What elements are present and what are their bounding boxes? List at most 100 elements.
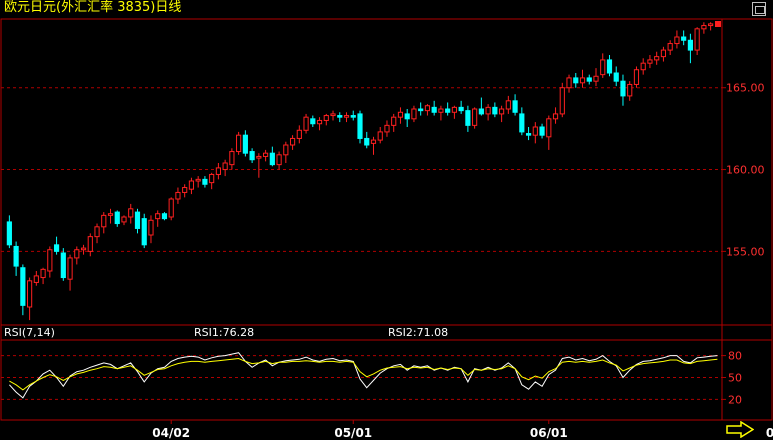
chart-canvas: 155.00 160.00 165.00 80 50 20 04/02 05/01 06/0…	[0, 18, 773, 440]
rsi-level-label: 80	[728, 350, 742, 363]
candle	[404, 109, 410, 127]
candle	[141, 213, 147, 249]
candle-body	[667, 43, 673, 51]
candle	[512, 94, 518, 116]
candle	[20, 264, 26, 316]
candle	[674, 30, 680, 49]
candle-body	[148, 219, 154, 236]
candle-body	[573, 77, 579, 84]
candle-body	[80, 247, 87, 251]
arrow-right-icon[interactable]	[726, 421, 754, 438]
candle	[370, 136, 377, 155]
candle	[687, 33, 693, 64]
candle	[87, 233, 93, 257]
candle-body	[620, 80, 626, 97]
candle	[418, 102, 424, 116]
candle-body	[579, 77, 586, 84]
candle	[40, 267, 46, 285]
candle	[586, 74, 592, 85]
window-toggle-icon[interactable]	[752, 2, 766, 16]
candle	[53, 236, 60, 255]
candle-body	[215, 167, 221, 175]
candle	[411, 105, 417, 123]
candle-body	[263, 152, 269, 157]
rsi-level-label: 50	[728, 372, 742, 385]
candle-body	[364, 137, 370, 146]
candle-body	[674, 36, 680, 45]
candle	[701, 22, 707, 34]
candle	[465, 105, 471, 132]
candle	[357, 110, 363, 144]
candle-body	[350, 115, 356, 118]
candle-body	[310, 118, 316, 125]
candle-body	[552, 113, 559, 120]
candle	[613, 66, 619, 87]
candle-body	[40, 268, 46, 279]
candle-body	[289, 137, 296, 146]
candle-body	[256, 155, 262, 159]
candle-body	[343, 115, 350, 118]
candle-body	[209, 173, 215, 184]
candle	[660, 46, 667, 62]
candle-body	[613, 72, 619, 82]
candle-body	[647, 59, 653, 64]
candle-body	[67, 257, 73, 280]
candle	[323, 113, 329, 126]
date-tick-label: 07/13	[766, 426, 773, 440]
candle-body	[370, 139, 377, 144]
candle-body	[606, 59, 613, 74]
candle-body	[283, 144, 289, 156]
candle-body	[492, 106, 498, 115]
candle	[175, 187, 181, 204]
rsi1-value: RSI1:76.28	[194, 326, 255, 339]
candle	[330, 110, 336, 121]
candle-body	[134, 211, 141, 229]
candle	[485, 104, 491, 121]
candle	[451, 105, 457, 119]
candle-body	[600, 59, 606, 76]
candle	[519, 107, 525, 136]
rsi2-line	[9, 357, 718, 391]
candle	[128, 203, 134, 224]
candle-body	[701, 25, 707, 30]
candle	[397, 107, 404, 124]
candle	[343, 112, 350, 123]
candle-body	[397, 111, 404, 118]
price-gridlines	[1, 87, 722, 252]
candle	[222, 159, 228, 177]
candle-body	[633, 69, 640, 85]
candle-body	[485, 106, 491, 115]
candle	[472, 107, 478, 129]
candle	[532, 122, 538, 144]
candle	[182, 184, 188, 198]
candle	[492, 102, 498, 118]
candle-body	[121, 216, 127, 223]
candle	[215, 163, 221, 180]
candle-body	[640, 62, 646, 71]
candle	[667, 40, 673, 55]
candle	[539, 123, 545, 139]
candle-body	[195, 178, 201, 182]
candle	[606, 55, 613, 77]
candle	[708, 22, 714, 31]
candle-body	[107, 213, 114, 216]
candle-body	[566, 77, 572, 89]
rsi2-value: RSI2:71.08	[388, 326, 449, 339]
candle	[155, 210, 161, 227]
candle	[458, 100, 464, 114]
candle	[310, 115, 316, 127]
candle-body	[687, 39, 693, 51]
date-tick-label: 06/01	[530, 426, 568, 440]
candle-body	[384, 124, 390, 133]
candle-body	[128, 208, 134, 218]
candle-body	[323, 115, 329, 121]
candle-body	[236, 134, 242, 153]
candle	[195, 176, 201, 188]
candle	[6, 215, 12, 249]
candle	[242, 130, 248, 157]
candle-body	[155, 213, 161, 220]
candlestick-series	[6, 21, 721, 321]
candle	[121, 215, 127, 226]
candle	[633, 66, 640, 88]
candle	[316, 117, 323, 131]
